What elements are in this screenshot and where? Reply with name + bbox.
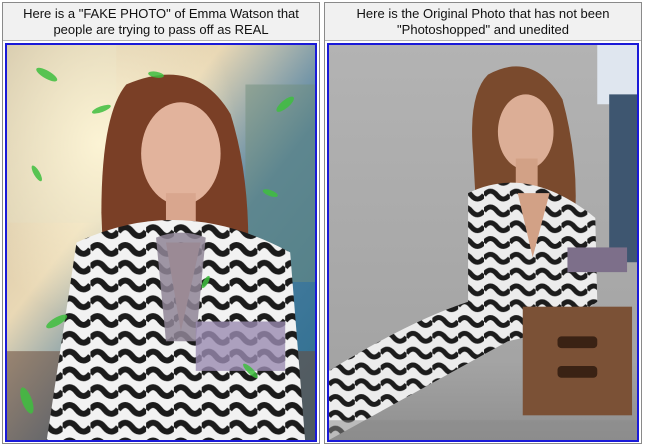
fake-caption-line1: Here is a "FAKE PHOTO" of Emma Watson th…: [23, 6, 299, 21]
fake-caption-line2: people are trying to pass off as REAL: [53, 22, 269, 37]
original-photo-caption: Here is the Original Photo that has not …: [325, 3, 641, 41]
fake-photo-frame: [5, 43, 317, 442]
original-photo-frame: [327, 43, 639, 442]
original-caption-line1: Here is the Original Photo that has not …: [356, 6, 610, 21]
original-caption-line2: "Photoshopped" and unedited: [397, 22, 569, 37]
fake-photo-caption: Here is a "FAKE PHOTO" of Emma Watson th…: [3, 3, 319, 41]
fake-photo-image: [7, 45, 315, 440]
original-photo-image: [329, 45, 637, 440]
fake-photo-panel: Here is a "FAKE PHOTO" of Emma Watson th…: [2, 2, 320, 444]
original-photo-panel: Here is the Original Photo that has not …: [324, 2, 642, 444]
